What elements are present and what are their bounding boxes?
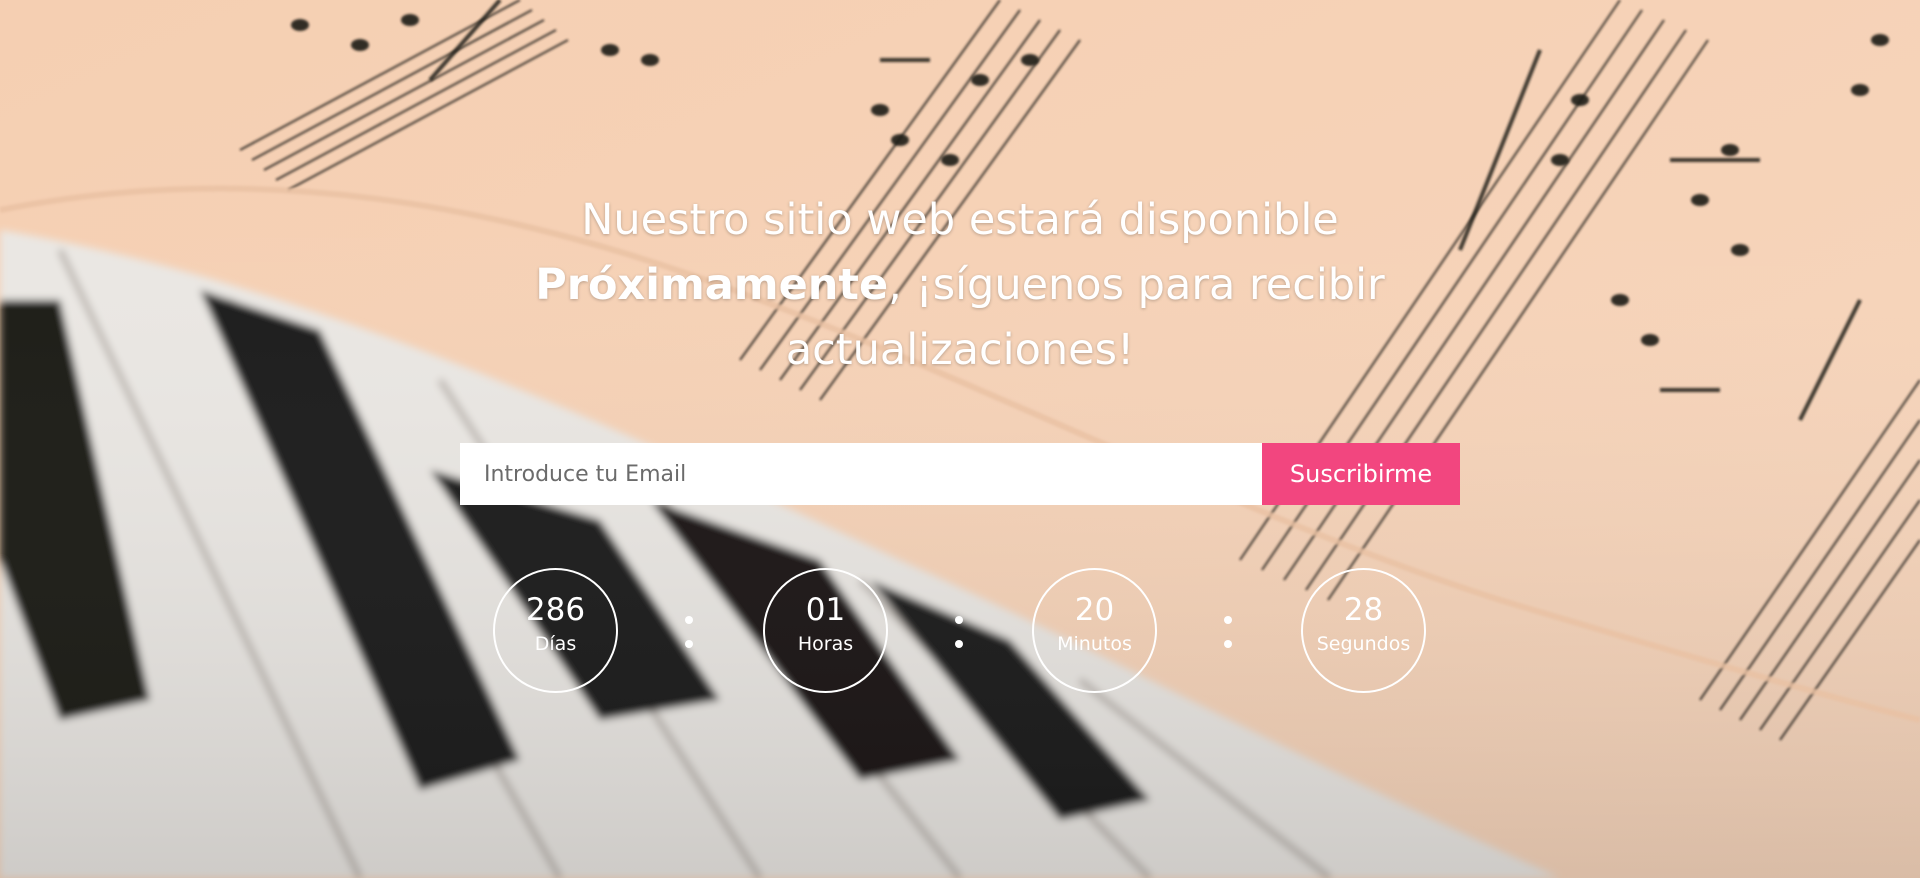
countdown-separator — [955, 616, 963, 652]
headline: Nuestro sitio web estará disponible Próx… — [460, 188, 1460, 383]
countdown: 286 Días 01 Horas 20 Minutos 28 Segundos — [493, 568, 1427, 693]
countdown-hours: 01 Horas — [763, 568, 888, 693]
headline-line-1: Nuestro sitio web estará disponible — [581, 195, 1339, 245]
headline-line-2: , ¡síguenos para recibir — [888, 260, 1385, 310]
days-label: Días — [534, 633, 577, 655]
coming-soon-page: Nuestro sitio web estará disponible Próx… — [0, 0, 1920, 878]
seconds-value: 28 — [1343, 592, 1384, 628]
hours-label: Horas — [797, 633, 854, 655]
email-input[interactable] — [460, 443, 1262, 505]
subscribe-button[interactable]: Suscribirme — [1262, 443, 1460, 505]
hours-value: 01 — [805, 592, 846, 628]
headline-emphasis: Próximamente — [535, 260, 889, 310]
countdown-separator — [685, 616, 693, 652]
countdown-minutes: 20 Minutos — [1032, 568, 1157, 693]
days-value: 286 — [525, 592, 586, 628]
minutes-value: 20 — [1074, 592, 1115, 628]
countdown-seconds: 28 Segundos — [1301, 568, 1426, 693]
hero: Nuestro sitio web estará disponible Próx… — [0, 0, 1920, 878]
minutes-label: Minutos — [1057, 633, 1132, 655]
countdown-separator — [1224, 616, 1232, 652]
subscribe-form: Suscribirme — [460, 443, 1460, 505]
seconds-label: Segundos — [1316, 633, 1411, 655]
headline-line-3: actualizaciones! — [785, 325, 1135, 375]
countdown-days: 286 Días — [493, 568, 618, 693]
